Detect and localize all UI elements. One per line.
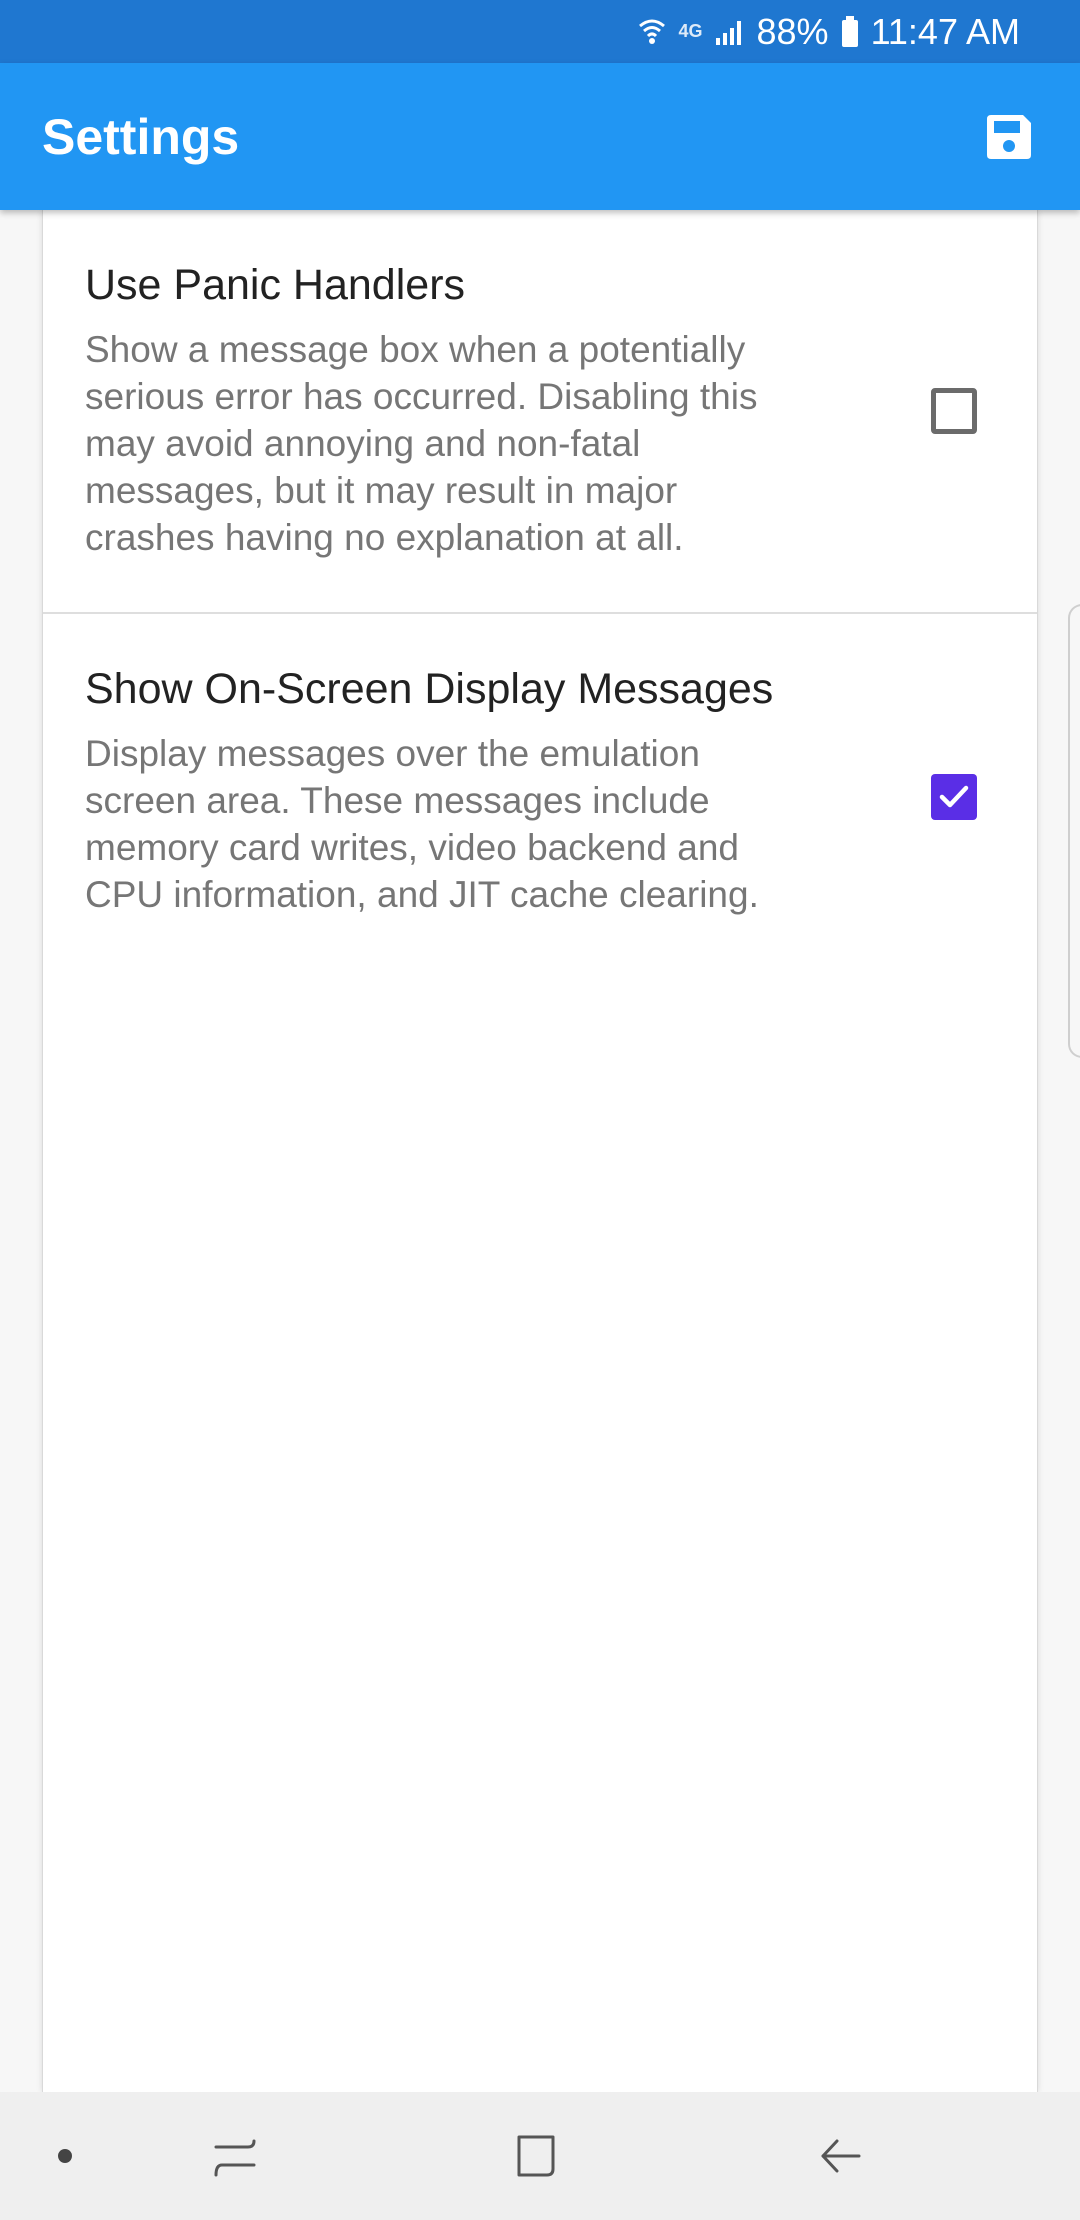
page-title: Settings — [42, 108, 240, 165]
setting-title: Use Panic Handlers — [85, 261, 466, 309]
panic-handlers-checkbox[interactable] — [931, 388, 977, 434]
setting-description: Show a message box when a potentially se… — [85, 329, 758, 558]
settings-list: Use Panic Handlers Show a message box wh… — [42, 210, 1038, 2092]
setting-title: Show On-Screen Display Messages — [85, 665, 774, 713]
setting-show-osd-messages[interactable]: Show On-Screen Display Messages Display … — [43, 614, 1037, 954]
back-icon[interactable] — [800, 2092, 880, 2220]
clock: 11:47 AM — [870, 10, 1020, 52]
battery-icon — [841, 15, 859, 48]
checkmark-icon — [939, 785, 969, 808]
wifi-icon — [638, 17, 666, 47]
save-button[interactable] — [976, 104, 1042, 170]
app-bar: Settings — [0, 63, 1080, 210]
status-icons: 4G 88% 11:47 AM — [638, 11, 1020, 53]
battery-percent: 88% — [756, 10, 829, 52]
home-icon[interactable] — [496, 2092, 576, 2220]
navigation-bar — [0, 2092, 1080, 2220]
osd-messages-checkbox[interactable] — [931, 774, 977, 820]
setting-description: Display messages over the emulation scre… — [85, 733, 759, 915]
dot-icon[interactable] — [40, 2092, 90, 2220]
save-icon — [987, 114, 1031, 159]
status-bar: 4G 88% 11:47 AM — [0, 0, 1080, 63]
signal-icon — [715, 18, 745, 46]
network-4g-icon: 4G — [678, 21, 703, 41]
setting-use-panic-handlers[interactable]: Use Panic Handlers Show a message box wh… — [43, 210, 1037, 614]
recents-icon[interactable] — [195, 2092, 275, 2220]
edge-panel-handle[interactable] — [1068, 604, 1080, 1058]
